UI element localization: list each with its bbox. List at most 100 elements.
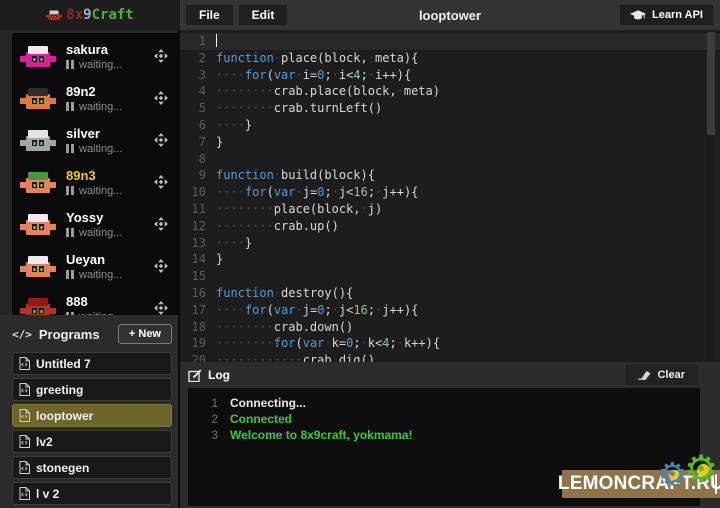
log-message: Connecting... [230, 395, 306, 411]
player-locate-icon[interactable] [154, 175, 168, 189]
code-line[interactable]: 6 ····} [180, 117, 720, 134]
code-line[interactable]: 15 [180, 268, 720, 285]
program-item[interactable]: greeting [12, 378, 172, 401]
player-locate-icon[interactable] [154, 133, 168, 147]
crab-avatar-icon [20, 85, 56, 111]
player-row[interactable]: 888 waiting... [12, 287, 178, 315]
line-number: 2 [180, 50, 206, 67]
gear-blue-icon: ⚙ [658, 458, 687, 490]
player-status-text: waiting... [79, 143, 122, 155]
pause-icon [71, 60, 74, 69]
code-text: function·place(block,·meta){ [216, 50, 418, 67]
new-program-button[interactable]: + New [118, 324, 172, 344]
player-status-text: waiting... [79, 101, 122, 113]
code-line[interactable]: 1 [180, 33, 720, 50]
editor-scrollbar[interactable] [707, 32, 715, 360]
code-line[interactable]: 14 } [180, 251, 720, 268]
program-item[interactable]: looptower [12, 404, 172, 427]
program-item[interactable]: stonegen [12, 456, 172, 479]
top-bar: 8x9Craft File Edit looptower Learn API [0, 0, 720, 30]
code-text: ········crab.turnLeft() [216, 100, 382, 117]
crab-avatar-icon [20, 211, 56, 237]
file-menu-button[interactable]: File [186, 5, 233, 25]
line-number: 18 [180, 319, 206, 336]
script-file-icon [19, 435, 30, 448]
program-label: greeting [36, 383, 83, 397]
line-number: 14 [180, 251, 206, 268]
player-row[interactable]: 89n3 waiting... [12, 161, 178, 203]
code-line[interactable]: 16 function·destroy(){ [180, 285, 720, 302]
pause-icon [71, 270, 74, 279]
player-status: waiting... [66, 269, 154, 281]
code-line[interactable]: 8 [180, 151, 720, 168]
line-number: 7 [180, 134, 206, 151]
code-line[interactable]: 12 ········crab.up() [180, 218, 720, 235]
player-meta: 89n2 waiting... [66, 84, 154, 113]
code-line[interactable]: 13 ····} [180, 235, 720, 252]
line-number: 20 [180, 352, 206, 362]
log-entry: 3 Welcome to 8x9craft, yokmama! [188, 427, 700, 443]
code-line[interactable]: 2 function·place(block,·meta){ [180, 50, 720, 67]
crab-avatar-icon [20, 127, 56, 153]
code-line[interactable]: 19 ········for(var·k=0;·k<4;·k++){ [180, 335, 720, 352]
code-line[interactable]: 10 ····for(var·j=0;·j<16;·j++){ [180, 184, 720, 201]
code-line[interactable]: 9 function·build(block){ [180, 167, 720, 184]
code-line[interactable]: 11 ········place(block,·j) [180, 201, 720, 218]
script-file-icon [19, 461, 30, 474]
program-label: stonegen [36, 461, 89, 475]
player-row[interactable]: Ueyan waiting... [12, 245, 178, 287]
code-text: ········crab.down() [216, 319, 353, 336]
programs-header: </> Programs + New [12, 322, 172, 346]
code-line[interactable]: 5 ········crab.turnLeft() [180, 100, 720, 117]
code-text: ····for(var·j=0;·j<16;·j++){ [216, 302, 418, 319]
player-status-text: waiting... [79, 59, 122, 71]
scrollbar-thumb[interactable] [707, 32, 715, 135]
line-number: 15 [180, 268, 206, 285]
pause-icon [66, 102, 69, 111]
programs-title: Programs [39, 327, 100, 342]
script-file-icon [19, 383, 30, 396]
player-row[interactable]: sakura waiting... [12, 35, 178, 77]
line-number: 8 [180, 151, 206, 168]
program-item[interactable]: Untitled 7 [12, 352, 172, 375]
player-locate-icon[interactable] [154, 301, 168, 315]
edit-menu-button[interactable]: Edit [239, 5, 288, 25]
player-list: sakura waiting... 89n2 [12, 33, 178, 315]
app-logo: 8x9Craft [0, 0, 180, 30]
code-text: ········crab.place(block,·meta) [216, 83, 440, 100]
pause-icon [66, 144, 69, 153]
code-line[interactable]: 3 ····for(var·i=0;·i<4;·i++){ [180, 67, 720, 84]
code-line[interactable]: 4 ········crab.place(block,·meta) [180, 83, 720, 100]
log-entry: 2 Connected [188, 411, 700, 427]
player-row[interactable]: silver waiting... [12, 119, 178, 161]
pause-icon [66, 270, 69, 279]
script-file-icon [19, 487, 30, 500]
pause-icon [66, 228, 69, 237]
code-line[interactable]: 7 } [180, 134, 720, 151]
program-item[interactable]: lv2 [12, 430, 172, 453]
pause-icon [71, 228, 74, 237]
player-locate-icon[interactable] [154, 49, 168, 63]
player-name: sakura [66, 42, 154, 57]
player-name: 888 [66, 294, 154, 309]
programs-panel: </> Programs + New Untitled 7 greeting [0, 315, 178, 508]
code-editor[interactable]: 1 2 function·place(block,·meta){ 3 ····f… [180, 30, 720, 362]
code-line[interactable]: 18 ········crab.down() [180, 319, 720, 336]
code-text: ········place(block,·j) [216, 201, 382, 218]
learn-api-button[interactable]: Learn API [620, 5, 713, 25]
code-line[interactable]: 17 ····for(var·j=0;·j<16;·j++){ [180, 302, 720, 319]
player-row[interactable]: Yossy waiting... [12, 203, 178, 245]
crab-avatar-icon [20, 253, 56, 279]
player-locate-icon[interactable] [154, 217, 168, 231]
player-meta: 89n3 waiting... [66, 168, 154, 197]
player-status: waiting... [66, 143, 154, 155]
player-row[interactable]: 89n2 waiting... [12, 77, 178, 119]
script-file-icon [19, 357, 30, 370]
code-line[interactable]: 20 ············crab.dig() [180, 352, 720, 362]
program-item[interactable]: l v 2 [12, 482, 172, 505]
clear-log-button[interactable]: Clear [625, 365, 698, 385]
player-locate-icon[interactable] [154, 259, 168, 273]
player-locate-icon[interactable] [154, 91, 168, 105]
player-status-text: waiting... [79, 269, 122, 281]
pause-icon [71, 102, 74, 111]
